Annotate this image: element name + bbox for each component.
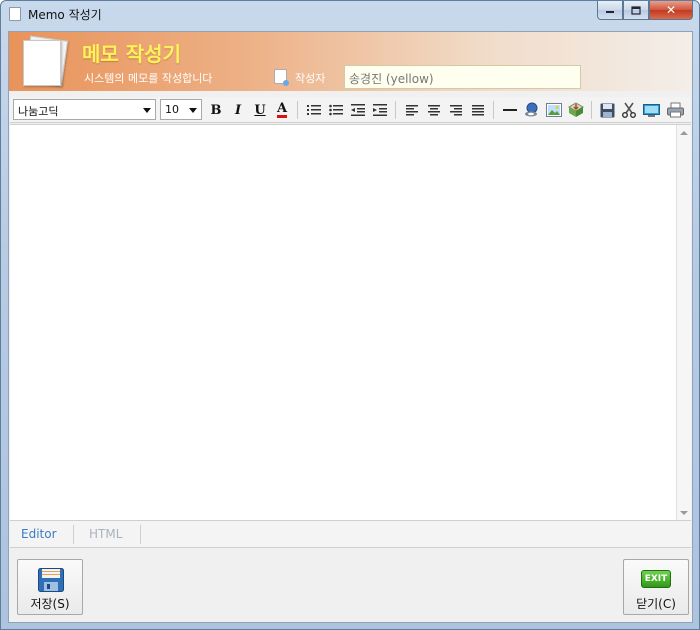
vertical-scrollbar[interactable] — [676, 125, 691, 521]
font-size-select[interactable]: 10 — [160, 99, 202, 120]
underline-icon: U — [254, 102, 266, 118]
italic-button[interactable]: I — [228, 100, 248, 120]
font-family-select[interactable]: 나눔고딕 — [13, 99, 156, 120]
cut-icon — [622, 102, 636, 118]
horizontal-rule-button[interactable] — [500, 100, 520, 120]
font-color-icon: A — [276, 101, 288, 118]
underline-button[interactable]: U — [250, 100, 270, 120]
insert-link-button[interactable] — [522, 100, 542, 120]
document-icon — [9, 7, 21, 21]
memo-logo-icon — [21, 35, 69, 88]
align-left-icon — [406, 104, 418, 115]
align-center-icon — [428, 104, 440, 115]
indent-icon — [373, 104, 387, 116]
author-icon — [274, 69, 289, 86]
bold-button[interactable]: B — [206, 100, 226, 120]
unordered-list-button[interactable] — [326, 100, 346, 120]
close-button-label: 닫기(C) — [636, 597, 676, 611]
floppy-disk-icon — [38, 568, 64, 592]
insert-object-icon — [568, 102, 584, 117]
editor-content-area[interactable] — [10, 124, 691, 521]
title-bar[interactable]: Memo 작성기 ✕ — [1, 1, 699, 27]
print-icon — [666, 102, 684, 118]
font-color-button[interactable]: A — [272, 100, 292, 120]
close-window-button[interactable]: ✕ — [649, 1, 693, 20]
window-title: Memo 작성기 — [28, 8, 102, 22]
tab-editor[interactable]: Editor — [21, 527, 57, 541]
close-button[interactable]: EXIT 닫기(C) — [623, 559, 689, 615]
maximize-button[interactable] — [623, 1, 649, 20]
unordered-list-icon — [329, 104, 343, 116]
footer-bar: 저장(S) EXIT 닫기(C) — [9, 549, 692, 622]
exit-icon: EXIT — [641, 570, 671, 588]
align-left-button[interactable] — [402, 100, 422, 120]
memo-window: Memo 작성기 ✕ 메모 작성기 시스템의 메모를 작성합니다 작성자 송경진… — [0, 0, 700, 630]
align-right-button[interactable] — [446, 100, 466, 120]
editor-mode-tabs: Editor HTML — [10, 520, 691, 548]
font-size-value: 10 — [165, 103, 179, 116]
editor-toolbar: 나눔고딕 10 B I U A — [10, 97, 691, 123]
toolbar-divider — [395, 101, 396, 119]
bold-icon: B — [210, 102, 222, 118]
window-controls: ✕ — [597, 1, 693, 20]
outdent-icon — [351, 104, 365, 116]
save-button[interactable]: 저장(S) — [17, 559, 83, 615]
justify-button[interactable] — [468, 100, 488, 120]
image-icon — [546, 103, 562, 117]
minimize-button[interactable] — [597, 1, 623, 20]
maximize-icon — [631, 5, 641, 15]
ordered-list-icon — [307, 105, 321, 115]
indent-button[interactable] — [370, 100, 390, 120]
toolbar-divider — [297, 101, 298, 119]
client-area: 메모 작성기 시스템의 메모를 작성합니다 작성자 송경진 (yellow) 나… — [8, 31, 693, 623]
tab-divider — [140, 525, 141, 544]
minimize-icon — [606, 11, 614, 13]
toolbar-divider — [591, 101, 592, 119]
justify-icon — [472, 104, 484, 115]
italic-icon: I — [234, 102, 242, 118]
save-button-label: 저장(S) — [30, 597, 70, 611]
insert-image-button[interactable] — [544, 100, 564, 120]
print-button[interactable] — [665, 100, 685, 120]
close-icon: ✕ — [665, 3, 677, 17]
author-label: 작성자 — [295, 72, 326, 85]
link-icon — [525, 102, 538, 117]
outdent-button[interactable] — [348, 100, 368, 120]
font-family-value: 나눔고딕 — [18, 105, 59, 118]
chevron-down-icon — [189, 108, 197, 113]
ordered-list-button[interactable] — [304, 100, 324, 120]
tab-divider — [73, 525, 74, 544]
align-right-icon — [450, 104, 462, 115]
insert-object-button[interactable] — [566, 100, 586, 120]
scroll-down-icon[interactable] — [680, 511, 688, 515]
page-title: 메모 작성기 — [82, 42, 181, 66]
preview-icon — [642, 103, 660, 117]
preview-button[interactable] — [641, 100, 661, 120]
horizontal-rule-icon — [503, 109, 517, 111]
chevron-down-icon — [143, 108, 151, 113]
save-icon — [600, 103, 614, 117]
toolbar-divider — [493, 101, 494, 119]
save-document-button[interactable] — [597, 100, 617, 120]
tab-html[interactable]: HTML — [89, 527, 122, 541]
scroll-up-icon[interactable] — [680, 131, 688, 135]
author-field[interactable]: 송경진 (yellow) — [344, 65, 581, 89]
page-subtitle: 시스템의 메모를 작성합니다 — [84, 72, 213, 85]
align-center-button[interactable] — [424, 100, 444, 120]
cut-button[interactable] — [619, 100, 639, 120]
header-banner: 메모 작성기 시스템의 메모를 작성합니다 작성자 송경진 (yellow) — [9, 32, 692, 91]
